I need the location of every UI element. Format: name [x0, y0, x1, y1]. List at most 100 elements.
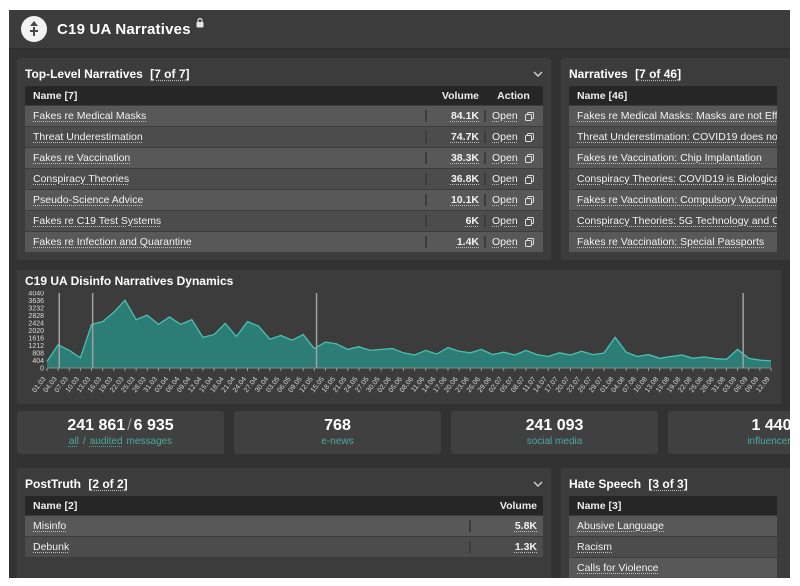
stats-row: 241 861/6 935all/auditedmessages768e-new… — [17, 411, 782, 454]
panel-title-hate-speech: Hate Speech [3 of 3] — [569, 477, 688, 491]
app-window: C19 UA Narratives Top-Level Narratives [… — [9, 10, 790, 578]
copy-icon — [525, 217, 534, 226]
name-column-header: Name [3] — [569, 500, 777, 512]
stat-card: 768e-news — [234, 411, 441, 454]
narrative-link[interactable]: Pseudo-Science Advice — [33, 194, 143, 206]
narrative-link[interactable]: Fakes re C19 Test Systems — [33, 215, 161, 227]
chevron-down-icon[interactable] — [533, 481, 543, 487]
posttruth-table-body: Misinfo 5.8K Debunk 1.3K — [25, 516, 543, 557]
table-row: Calls for Violence — [569, 558, 777, 578]
open-button[interactable]: Open — [492, 236, 518, 248]
table-row: Fakes re Medical Masks: Masks are not Ef… — [569, 106, 777, 126]
stat-filter-link[interactable]: audited — [90, 436, 123, 447]
stat-label: e-news — [319, 435, 355, 448]
dynamics-chart[interactable]: 4040363632322828242420201616121280840400… — [25, 291, 773, 399]
narrative-link[interactable]: Debunk — [33, 541, 69, 553]
panel-title-narratives: Narratives [7 of 46] — [569, 67, 681, 81]
open-button[interactable]: Open — [492, 173, 518, 185]
narrative-link[interactable]: Conspiracy Theories: 5G Technology and C… — [577, 215, 777, 227]
panel-narratives: Narratives [7 of 46] Name [46] Fakes re … — [561, 58, 790, 260]
open-button[interactable]: Open — [492, 215, 518, 227]
narrative-link[interactable]: Fakes re Vaccination: Chip Implantation — [577, 152, 762, 164]
narrative-link[interactable]: Fakes re Vaccination: Compulsory Vaccina… — [577, 194, 777, 206]
open-button[interactable]: Open — [492, 152, 518, 164]
stat-label-text: social media — [527, 436, 583, 447]
narrative-link[interactable]: Conspiracy Theories — [33, 173, 129, 185]
volume-link[interactable]: 38.3K — [451, 152, 479, 164]
name-column-header: Name [46] — [569, 90, 777, 102]
table-row: Debunk 1.3K — [25, 537, 543, 557]
volume-link[interactable]: 5.8K — [515, 520, 537, 532]
lock-icon — [196, 15, 204, 33]
open-button[interactable]: Open — [492, 131, 518, 143]
stat-label: all/auditedmessages — [67, 435, 174, 448]
panel-top-level-narratives: Top-Level Narratives [7 of 7] Name [7] V… — [17, 58, 551, 260]
y-axis-tick: 3636 — [28, 298, 44, 305]
narrative-link[interactable]: Racism — [577, 541, 612, 553]
app-logo-icon — [27, 21, 41, 37]
copy-icon — [525, 238, 534, 247]
narrative-link[interactable]: Threat Underestimation — [33, 131, 143, 143]
volume-link[interactable]: 1.3K — [515, 541, 537, 553]
app-logo[interactable] — [21, 16, 47, 42]
name-column-header: Name [7] — [25, 90, 425, 102]
table-header: Name [2] Volume — [25, 496, 543, 515]
page-title: C19 UA Narratives — [57, 21, 191, 38]
stat-label-text: influencers — [747, 436, 790, 447]
volume-link[interactable]: 74.7K — [451, 131, 479, 143]
action-column-header: Action — [484, 90, 543, 102]
narrative-link[interactable]: Fakes re Medical Masks — [33, 110, 146, 122]
volume-link[interactable]: 10.1K — [451, 194, 479, 206]
table-row: Conspiracy Theories 36.8K Open — [25, 169, 543, 189]
narrative-link[interactable]: Conspiracy Theories: COVID19 is Biologic… — [577, 173, 777, 185]
narrative-link[interactable]: Fakes re Vaccination: Special Passports — [577, 236, 764, 248]
panel-count[interactable]: [7 of 7] — [150, 67, 189, 81]
table-row: Misinfo 5.8K — [25, 516, 543, 536]
table-row: Pseudo-Science Advice 10.1K Open — [25, 190, 543, 210]
panel-count[interactable]: [3 of 3] — [648, 477, 687, 491]
narrative-link[interactable]: Calls for Violence — [577, 562, 659, 574]
table-row: Fakes re Vaccination: Compulsory Vaccina… — [569, 190, 777, 210]
panel-hate-speech: Hate Speech [3 of 3] Name [3] Abusive La… — [561, 468, 790, 578]
panel-count[interactable]: [2 of 2] — [88, 477, 127, 491]
table-row: Abusive Language — [569, 516, 777, 536]
volume-column-header: Volume — [425, 90, 484, 102]
copy-icon — [525, 154, 534, 163]
open-button[interactable]: Open — [492, 110, 518, 122]
narrative-link[interactable]: Fakes re Vaccination — [33, 152, 130, 164]
hate-speech-table-body: Abusive Language Racism Calls for Violence — [569, 516, 777, 578]
table-row: Fakes re Infection and Quarantine 1.4K Ope… — [25, 232, 543, 252]
volume-column-header: Volume — [469, 500, 543, 512]
stat-value: 1 440 — [751, 417, 790, 435]
copy-icon — [525, 196, 534, 205]
table-row: Fakes re Vaccination: Special Passports — [569, 232, 777, 252]
narrative-link[interactable]: Fakes re Infection and Quarantine — [33, 236, 192, 248]
table-row: Conspiracy Theories: 5G Technology and C… — [569, 211, 777, 231]
y-axis-tick: 0 — [40, 366, 44, 373]
volume-link[interactable]: 1.4K — [457, 236, 479, 248]
copy-icon — [525, 175, 534, 184]
narrative-link[interactable]: Misinfo — [33, 520, 66, 532]
panel-count[interactable]: [7 of 46] — [635, 67, 681, 81]
stat-filter-link[interactable]: all — [69, 436, 79, 447]
narrative-link[interactable]: Abusive Language — [577, 520, 664, 532]
open-button[interactable]: Open — [492, 194, 518, 206]
panel-title-posttruth: PostTruth [2 of 2] — [25, 477, 128, 491]
panel-posttruth: PostTruth [2 of 2] Name [2] Volume Misin… — [17, 468, 551, 578]
table-row: Fakes re Vaccination 38.3K Open — [25, 148, 543, 168]
panel-dynamics-chart: C19 UA Disinfo Narratives Dynamics 40403… — [17, 270, 781, 404]
panel-title-top-level: Top-Level Narratives [7 of 7] — [25, 67, 190, 81]
volume-link[interactable]: 6K — [466, 215, 479, 227]
table-header: Name [3] — [569, 496, 777, 515]
table-row: Fakes re Medical Masks 84.1K Open — [25, 106, 543, 126]
copy-icon — [525, 112, 534, 121]
table-row: Conspiracy Theories: COVID19 is Biologic… — [569, 169, 777, 189]
narrative-link[interactable]: Threat Underestimation: COVID19 does not… — [577, 131, 777, 143]
y-axis-tick: 808 — [32, 351, 44, 358]
y-axis-tick: 3232 — [28, 306, 44, 313]
volume-link[interactable]: 36.8K — [451, 173, 479, 185]
chevron-down-icon[interactable] — [533, 71, 543, 77]
narrative-link[interactable]: Fakes re Medical Masks: Masks are not Ef… — [577, 110, 777, 122]
volume-link[interactable]: 84.1K — [451, 110, 479, 122]
stat-label-text: / — [83, 436, 86, 447]
